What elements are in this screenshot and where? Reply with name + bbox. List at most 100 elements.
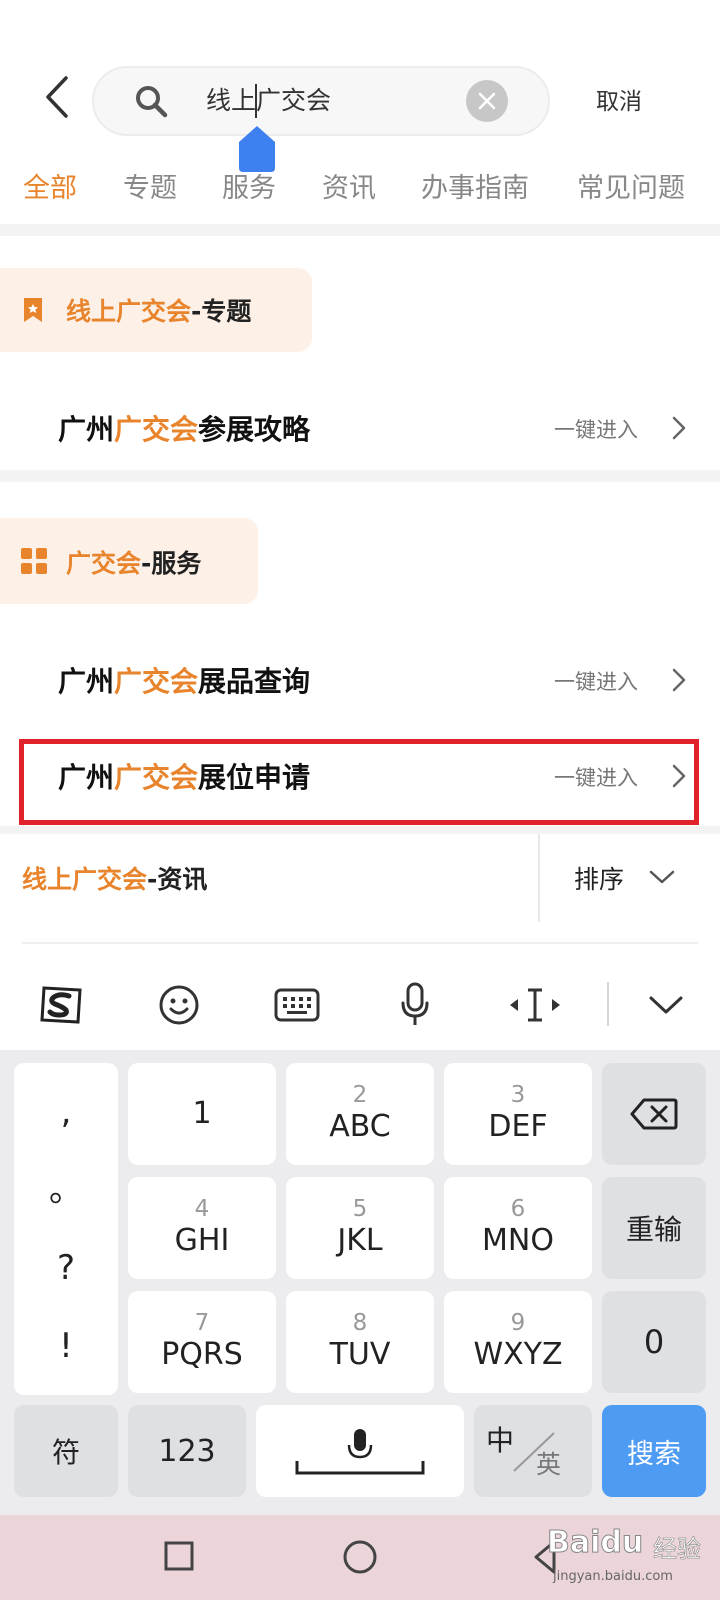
key-9[interactable]: 9 WXYZ [444, 1291, 592, 1393]
key-letters: DEF [488, 1109, 548, 1144]
punct-question[interactable]: ? [57, 1229, 75, 1307]
key-8[interactable]: 8 TUV [286, 1291, 434, 1393]
keyboard-toolbar [0, 958, 720, 1050]
space-voice-icon [295, 1429, 425, 1475]
divider [0, 470, 720, 482]
news-section-title: 线上广交会-资讯 [22, 865, 208, 894]
collapse-icon[interactable] [648, 994, 684, 1016]
key-letters: ABC [329, 1109, 391, 1144]
watermark-brand-text: Bai [546, 1525, 601, 1561]
key-letters: TUV [329, 1337, 391, 1372]
row-title: 广州广交会参展攻略 [58, 413, 311, 446]
search-input-text[interactable]: 线上广交会 [206, 81, 331, 121]
punct-comma[interactable]: , [61, 1073, 72, 1151]
key-2[interactable]: 2 ABC [286, 1063, 434, 1165]
cursor-move-icon[interactable] [508, 986, 562, 1024]
keyboard: , 。 ? ! 1 2 ABC 3 DEF 4 GHI 5 JKL 6 MNO … [0, 1050, 720, 1515]
space-key[interactable] [256, 1405, 464, 1497]
home-icon[interactable] [342, 1539, 378, 1575]
cancel-button[interactable]: 取消 [596, 82, 642, 116]
topic-section-header: 线上广交会-专题 [0, 268, 312, 352]
key-7[interactable]: 7 PQRS [128, 1291, 276, 1393]
chevron-down-icon [649, 870, 675, 884]
divider [0, 826, 720, 834]
key-6[interactable]: 6 MNO [444, 1177, 592, 1279]
sort-label: 排序 [574, 865, 625, 894]
tab-topic[interactable]: 专题 [123, 166, 177, 205]
watermark-paw-text: du [600, 1525, 644, 1561]
service-section-title: 广交会-服务 [66, 549, 202, 578]
search-field[interactable]: 线上广交会 [92, 66, 550, 172]
enter-link[interactable]: 一键进入 [554, 414, 638, 444]
list-item[interactable]: 广州广交会参展攻略 一键进入 [0, 388, 720, 466]
bookmark-icon [24, 298, 42, 322]
backspace-key[interactable] [602, 1063, 706, 1165]
category-tabs: 全部 专题 服务 资讯 办事指南 常见问题 [0, 158, 720, 218]
sort-dropdown[interactable]: 排序 [560, 852, 710, 902]
tab-faq[interactable]: 常见问题 [577, 166, 685, 205]
key-number: 2 [352, 1082, 368, 1108]
key-number: 6 [510, 1196, 526, 1222]
key-number: 8 [352, 1310, 368, 1336]
back-button[interactable] [38, 72, 78, 122]
language-switch-key[interactable]: 中 英 [474, 1405, 592, 1497]
punct-period[interactable]: 。 [49, 1151, 83, 1229]
key-3[interactable]: 3 DEF [444, 1063, 592, 1165]
lang-en-label: 英 [536, 1450, 562, 1479]
divider [22, 942, 698, 944]
key-letters: 1 [192, 1096, 212, 1131]
key-1[interactable]: 1 [128, 1063, 276, 1165]
keyboard-icon[interactable] [274, 988, 320, 1022]
key-letters: JKL [337, 1223, 383, 1258]
key-letters: MNO [482, 1223, 554, 1258]
close-icon [478, 92, 496, 110]
tab-news[interactable]: 资讯 [322, 166, 376, 205]
grid-icon [21, 548, 47, 574]
watermark-sub-text: 经验 [653, 1535, 702, 1564]
key-4[interactable]: 4 GHI [128, 1177, 276, 1279]
chevron-right-icon [672, 668, 686, 692]
symbol-key[interactable]: 符 [14, 1405, 118, 1497]
emoji-icon[interactable] [158, 984, 200, 1026]
key-number: 5 [352, 1196, 368, 1222]
recent-apps-icon[interactable] [164, 1541, 194, 1571]
watermark-url: jingyan.baidu.com [553, 1569, 673, 1584]
sogou-logo-icon[interactable] [38, 984, 84, 1026]
tab-guide[interactable]: 办事指南 [421, 166, 529, 205]
baidu-jingyan-watermark: Baidu 经验 jingyan.baidu.com [545, 1523, 715, 1593]
microphone-icon[interactable] [400, 982, 430, 1028]
key-number: 3 [510, 1082, 526, 1108]
punct-exclaim[interactable]: ! [59, 1307, 73, 1385]
backspace-icon [630, 1098, 678, 1130]
number-key[interactable]: 123 [128, 1405, 246, 1497]
tab-all[interactable]: 全部 [23, 166, 77, 205]
service-section-header: 广交会-服务 [0, 518, 258, 604]
search-key[interactable]: 搜索 [602, 1405, 706, 1497]
chevron-left-icon [46, 76, 68, 118]
text-caret [255, 84, 257, 118]
news-section-header: 线上广交会-资讯 排序 [0, 834, 720, 946]
key-number: 4 [194, 1196, 210, 1222]
key-letters: WXYZ [473, 1337, 563, 1372]
chevron-right-icon [672, 416, 686, 440]
reinput-key[interactable]: 重输 [602, 1177, 706, 1279]
divider [0, 224, 720, 236]
search-icon [136, 86, 168, 118]
key-letters: GHI [174, 1223, 230, 1258]
key-number: 7 [194, 1310, 210, 1336]
topic-section-title: 线上广交会-专题 [66, 297, 252, 326]
key-5[interactable]: 5 JKL [286, 1177, 434, 1279]
key-letters: PQRS [161, 1337, 243, 1372]
clear-search-button[interactable] [466, 80, 508, 122]
system-nav-bar: Baidu 经验 jingyan.baidu.com [0, 1515, 720, 1600]
row-title: 广州广交会展品查询 [58, 665, 311, 698]
divider [538, 834, 540, 922]
highlight-annotation-box [19, 739, 699, 825]
enter-link[interactable]: 一键进入 [554, 666, 638, 696]
list-item[interactable]: 广州广交会展品查询 一键进入 [0, 640, 720, 718]
tab-service[interactable]: 服务 [222, 166, 276, 205]
key-number: 9 [510, 1310, 526, 1336]
divider [607, 982, 609, 1026]
zero-key[interactable]: 0 [602, 1291, 706, 1393]
punctuation-key[interactable]: , 。 ? ! [14, 1063, 118, 1395]
